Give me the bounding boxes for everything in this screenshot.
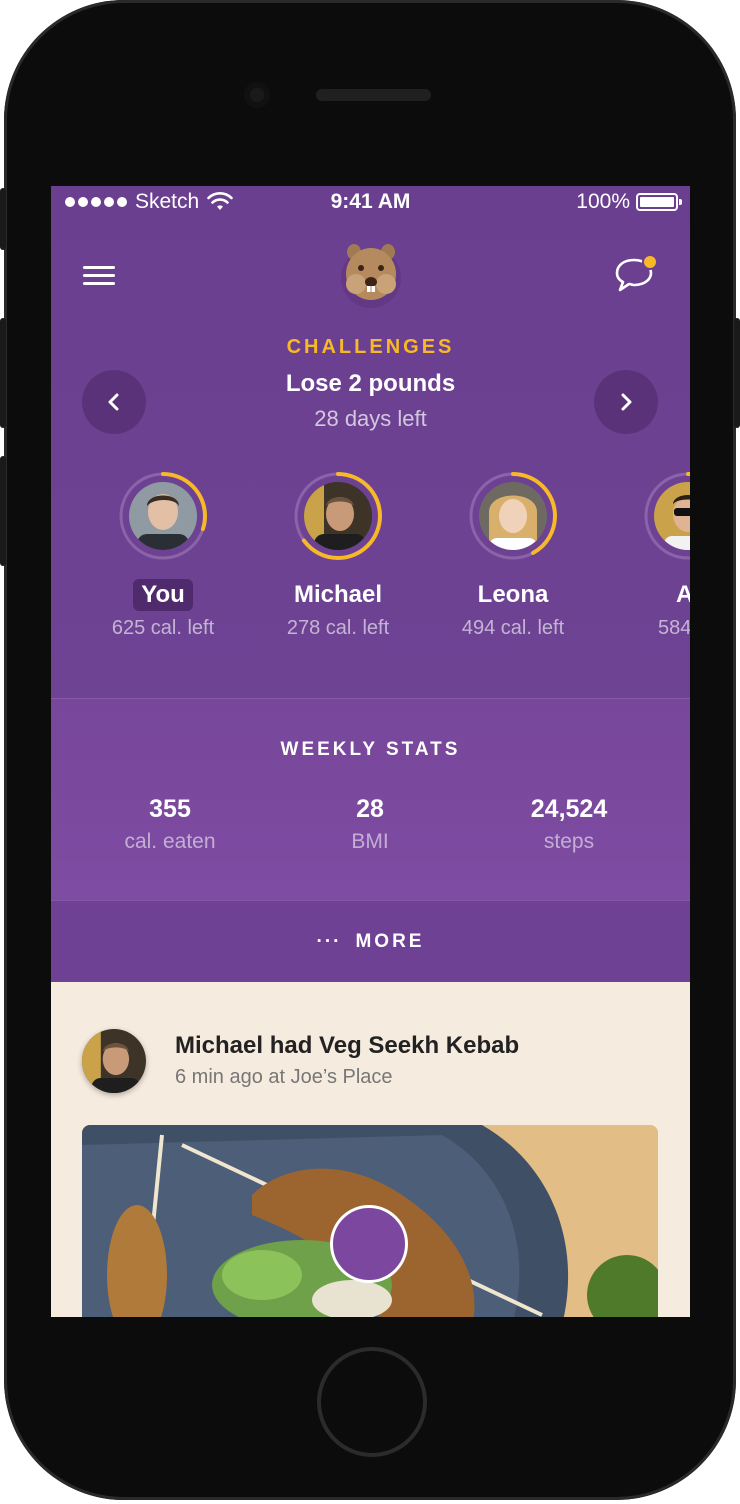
stat-calories: 355 cal. eaten	[70, 795, 270, 854]
battery-group: 100%	[576, 190, 682, 214]
battery-percent: 100%	[576, 190, 630, 213]
volume-up-button	[0, 318, 6, 428]
progress-ring	[118, 471, 208, 561]
calories-left: 494 cal. left	[461, 617, 565, 639]
progress-ring	[293, 471, 383, 561]
more-button[interactable]: ··· MORE	[51, 900, 690, 982]
power-button	[734, 318, 740, 428]
calories-left: 278 cal. left	[286, 617, 390, 639]
participant-you[interactable]: You 625 cal. left	[78, 471, 248, 640]
status-bar: Sketch 9:41 AM 100%	[51, 186, 690, 218]
chevron-left-icon	[108, 393, 119, 411]
ellipsis-icon: ···	[316, 931, 342, 952]
front-camera	[244, 82, 270, 108]
stat-label: cal. eaten	[124, 830, 216, 853]
participant-name: Leona	[477, 581, 549, 608]
calories-left: 625 cal. left	[111, 617, 215, 639]
home-button[interactable]	[317, 1347, 427, 1457]
prev-challenge-button[interactable]	[82, 370, 146, 434]
avatar	[129, 482, 197, 550]
avatar	[479, 482, 547, 550]
avatar	[304, 482, 372, 550]
stat-value: 28	[356, 795, 384, 823]
battery-icon	[636, 193, 682, 211]
weekly-stats-label: WEEKLY STATS	[280, 739, 461, 760]
next-challenge-button[interactable]	[594, 370, 658, 434]
participant-michael[interactable]: Michael 278 cal. left	[253, 471, 423, 640]
participant-name: Michael	[293, 581, 383, 608]
stat-label: steps	[543, 830, 595, 853]
challenges-label: CHALLENGES	[286, 336, 455, 358]
stat-label: BMI	[351, 830, 389, 853]
speaker-grille	[316, 89, 431, 101]
progress-ring	[643, 471, 690, 561]
feed-post-meta: 6 min ago at Joe’s Place	[175, 1066, 393, 1088]
stat-bmi: 28 BMI	[270, 795, 470, 854]
feed-avatar[interactable]	[82, 1029, 146, 1093]
stat-value: 24,524	[530, 795, 608, 823]
app-screen: Sketch 9:41 AM 100% CHALLENGES Lose 2 po…	[51, 186, 690, 1317]
chat-bubble-icon[interactable]	[614, 252, 660, 294]
mute-switch	[0, 188, 6, 250]
hamburger-icon[interactable]	[83, 266, 115, 286]
challenge-panel: Sketch 9:41 AM 100% CHALLENGES Lose 2 po…	[51, 186, 690, 698]
stat-value: 355	[149, 795, 191, 823]
weekly-stats-panel: WEEKLY STATS 355 cal. eaten 28 BMI 24,52…	[51, 698, 690, 901]
more-label: MORE	[355, 931, 425, 952]
chevron-right-icon	[621, 393, 632, 411]
hamster-mascot-icon	[341, 244, 401, 308]
participant-name: Al	[676, 581, 690, 608]
avatar	[654, 482, 690, 550]
participant-name: You	[133, 579, 193, 611]
participant-al[interactable]: Al 584 ca	[603, 471, 690, 640]
participant-leona[interactable]: Leona 494 cal. left	[428, 471, 598, 640]
calories-left: 584 ca	[657, 617, 690, 639]
volume-down-button	[0, 456, 6, 566]
progress-ring	[468, 471, 558, 561]
stat-steps: 24,524 steps	[469, 795, 669, 854]
add-fab-button[interactable]	[330, 1205, 408, 1283]
feed-post-title: Michael had Veg Seekh Kebab	[175, 1032, 520, 1059]
